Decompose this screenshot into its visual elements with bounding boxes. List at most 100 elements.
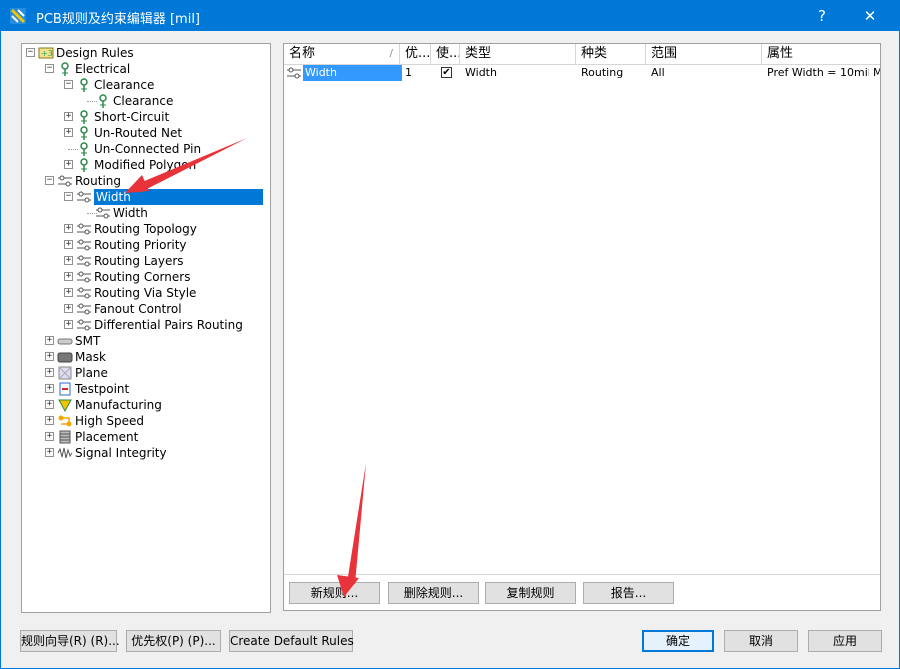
tree-item-label: Manufacturing bbox=[75, 398, 162, 412]
rule-enabled-checkbox[interactable]: ✔ bbox=[441, 67, 452, 78]
tree-item[interactable]: − Electrical bbox=[22, 61, 270, 77]
column-header-priority[interactable]: 优... bbox=[400, 44, 431, 64]
report-button[interactable]: 报告... bbox=[583, 582, 674, 604]
expand-icon[interactable]: + bbox=[64, 256, 73, 265]
expand-icon[interactable]: + bbox=[64, 288, 73, 297]
pcb-rules-app-icon bbox=[10, 8, 26, 24]
routing-layers-icon bbox=[77, 255, 91, 267]
tree-item[interactable]: − Width bbox=[22, 189, 270, 205]
rules-tree[interactable]: − +3 Design Rules − Electrical − Clearance Clea… bbox=[21, 43, 271, 613]
tree-item[interactable]: Width bbox=[22, 205, 270, 221]
tree-item[interactable]: + Routing Via Style bbox=[22, 285, 270, 301]
tree-item-label: Placement bbox=[75, 430, 139, 444]
priorities-button[interactable]: 优先权(P) (P)... bbox=[126, 630, 221, 652]
expand-icon[interactable]: + bbox=[45, 368, 54, 377]
rule-attributes-cell: Pref Width = 10mil bbox=[767, 66, 869, 79]
collapse-icon[interactable]: − bbox=[45, 64, 54, 73]
expand-icon[interactable]: + bbox=[45, 448, 54, 457]
expand-icon[interactable]: + bbox=[64, 112, 73, 121]
tree-item[interactable]: + High Speed bbox=[22, 413, 270, 429]
tree-item-label: Fanout Control bbox=[94, 302, 182, 316]
copy-rule-button[interactable]: 复制规则 bbox=[485, 582, 576, 604]
table-row[interactable]: Width 1 ✔ Width Routing All Pref Width =… bbox=[284, 65, 880, 81]
delete-rule-button[interactable]: 删除规则... bbox=[388, 582, 479, 604]
rule-name-cell[interactable]: Width bbox=[303, 65, 402, 81]
collapse-icon[interactable]: − bbox=[45, 176, 54, 185]
column-header-kind[interactable]: 种类 bbox=[576, 44, 646, 64]
expand-icon[interactable]: + bbox=[64, 240, 73, 249]
column-header-name[interactable]: 名称 / bbox=[284, 44, 400, 64]
ok-button[interactable]: 确定 bbox=[642, 630, 714, 652]
expand-icon[interactable]: + bbox=[45, 400, 54, 409]
tree-item-label: Clearance bbox=[94, 78, 155, 92]
tree-item-label: Short-Circuit bbox=[94, 110, 170, 124]
rules-wizard-button[interactable]: 规则向导(R) (R)... bbox=[20, 630, 120, 652]
width-rule-icon bbox=[96, 207, 110, 219]
tree-item[interactable]: + Short-Circuit bbox=[22, 109, 270, 125]
tree-item[interactable]: + Placement bbox=[22, 429, 270, 445]
create-default-rules-button[interactable]: Create Default Rules bbox=[229, 630, 354, 652]
column-header-attributes[interactable]: 属性 bbox=[762, 44, 880, 64]
tree-item[interactable]: − +3 Design Rules bbox=[22, 45, 270, 61]
expand-icon[interactable]: + bbox=[45, 336, 54, 345]
collapse-icon[interactable]: − bbox=[26, 48, 35, 57]
electrical-icon bbox=[61, 62, 69, 76]
width-rule-icon bbox=[287, 67, 301, 79]
tree-item[interactable]: + Mask bbox=[22, 349, 270, 365]
rules-grid-panel: 名称 / 优... 使... 类型 种类 范围 属性 Width 1 ✔ Widt… bbox=[283, 43, 881, 611]
tree-item[interactable]: + Routing Layers bbox=[22, 253, 270, 269]
routing-via-style-icon bbox=[77, 287, 91, 299]
tree-item[interactable]: + Routing Corners bbox=[22, 269, 270, 285]
tree-item[interactable]: − Clearance bbox=[22, 77, 270, 93]
tree-item[interactable]: + Testpoint bbox=[22, 381, 270, 397]
differential-pairs-icon bbox=[77, 319, 91, 331]
routing-corners-icon bbox=[77, 271, 91, 283]
column-header-enabled[interactable]: 使... bbox=[431, 44, 460, 64]
expand-icon[interactable]: + bbox=[45, 352, 54, 361]
close-button[interactable]: ✕ bbox=[847, 1, 893, 31]
expand-icon[interactable]: + bbox=[64, 224, 73, 233]
expand-icon[interactable]: + bbox=[64, 160, 73, 169]
tree-item[interactable]: − Routing bbox=[22, 173, 270, 189]
new-rule-button[interactable]: 新规则... bbox=[289, 582, 380, 604]
column-header-type[interactable]: 类型 bbox=[460, 44, 576, 64]
tree-item[interactable]: + Signal Integrity bbox=[22, 445, 270, 461]
tree-item[interactable]: + Modified Polygon bbox=[22, 157, 270, 173]
fanout-control-icon bbox=[77, 303, 91, 315]
cancel-button[interactable]: 取消 bbox=[724, 630, 798, 652]
tree-item-label: Routing bbox=[75, 174, 122, 188]
apply-button[interactable]: 应用 bbox=[808, 630, 882, 652]
tree-item-label: Un-Connected Pin bbox=[94, 142, 202, 156]
expand-icon[interactable]: + bbox=[64, 272, 73, 281]
expand-icon[interactable]: + bbox=[45, 384, 54, 393]
expand-icon[interactable]: + bbox=[64, 320, 73, 329]
manufacturing-icon bbox=[58, 399, 72, 413]
tree-item-label: Un-Routed Net bbox=[94, 126, 183, 140]
column-header-scope[interactable]: 范围 bbox=[646, 44, 762, 64]
tree-item[interactable]: + Routing Priority bbox=[22, 237, 270, 253]
expand-icon[interactable]: + bbox=[45, 432, 54, 441]
tree-item-label: Modified Polygon bbox=[94, 158, 197, 172]
tree-item[interactable]: + Plane bbox=[22, 365, 270, 381]
collapse-icon[interactable]: − bbox=[64, 192, 73, 201]
tree-item-label: Routing Topology bbox=[94, 222, 197, 236]
tree-item-label: Width bbox=[94, 189, 263, 205]
expand-icon[interactable]: + bbox=[64, 128, 73, 137]
tree-item[interactable]: + Un-Routed Net bbox=[22, 125, 270, 141]
expand-icon[interactable]: + bbox=[45, 416, 54, 425]
collapse-icon[interactable]: − bbox=[64, 80, 73, 89]
tree-item[interactable]: + Differential Pairs Routing bbox=[22, 317, 270, 333]
help-button[interactable]: ? bbox=[799, 1, 845, 31]
tree-item[interactable]: + Routing Topology bbox=[22, 221, 270, 237]
grid-header: 名称 / 优... 使... 类型 种类 范围 属性 bbox=[284, 44, 880, 65]
tree-item-label: Mask bbox=[75, 350, 106, 364]
tree-item[interactable]: Clearance bbox=[22, 93, 270, 109]
title-bar[interactable]: PCB规则及约束编辑器 [mil] ? ✕ bbox=[1, 1, 899, 31]
tree-item[interactable]: Un-Connected Pin bbox=[22, 141, 270, 157]
tree-item[interactable]: + Manufacturing bbox=[22, 397, 270, 413]
tree-item[interactable]: + SMT bbox=[22, 333, 270, 349]
smt-icon bbox=[57, 338, 73, 345]
rule-attributes-overflow: M bbox=[873, 65, 880, 81]
tree-item[interactable]: + Fanout Control bbox=[22, 301, 270, 317]
expand-icon[interactable]: + bbox=[64, 304, 73, 313]
